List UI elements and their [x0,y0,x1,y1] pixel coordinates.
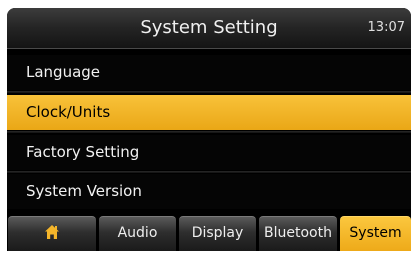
menu-item-clock-units[interactable]: Clock/Units [7,95,411,130]
page-title: System Setting [140,17,278,38]
tab-label: System [349,225,402,241]
menu-item-label: Language [26,63,101,81]
home-icon [45,224,59,239]
divider [7,171,411,173]
bottom-tab-bar: Audio Display Bluetooth System [7,214,411,251]
divider [7,91,411,93]
menu-item-label: Factory Setting [26,143,140,161]
menu-item-language[interactable]: Language [7,55,411,90]
menu-item-factory-setting[interactable]: Factory Setting [7,135,411,170]
menu-item-system-version[interactable]: System Version [7,174,411,209]
tab-label: Bluetooth [264,225,332,241]
tab-label: Audio [117,225,158,241]
tab-display[interactable]: Display [179,216,256,251]
tab-home[interactable] [8,216,96,251]
tab-label: Display [191,225,244,241]
tab-bluetooth[interactable]: Bluetooth [259,216,337,251]
title-bar: System Setting 13:07 [7,8,411,49]
head-unit-screen: System Setting 13:07 Language Clock/Unit… [7,8,411,251]
menu-item-label: Clock/Units [26,103,111,121]
tab-system[interactable]: System [340,216,411,251]
tab-audio[interactable]: Audio [99,216,176,251]
clock: 13:07 [367,20,405,35]
menu-item-label: System Version [26,182,142,200]
divider [7,131,411,133]
